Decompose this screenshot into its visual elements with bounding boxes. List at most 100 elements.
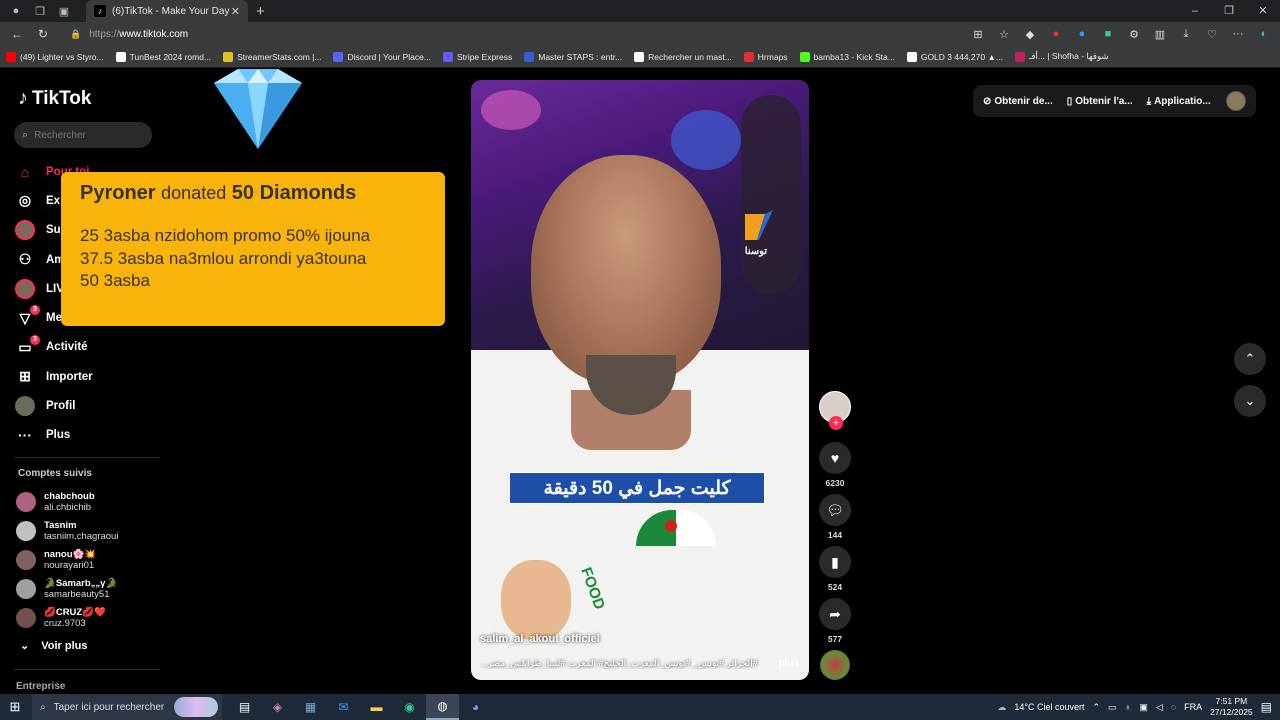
browser-tab-tiktok[interactable]: ♪ (6)TikTok - Make Your Day ✕ — [86, 0, 248, 22]
favorite-star-icon[interactable]: ☆ — [994, 25, 1014, 43]
bookmark-favicon-icon — [743, 51, 754, 62]
new-tab-icon[interactable]: + — [256, 3, 265, 20]
user-avatar[interactable] — [1226, 91, 1246, 111]
bookmark-item[interactable]: GOLD 3 444,270 ▲... — [906, 51, 1003, 62]
taskbar-search[interactable]: ⌕ Taper ici pour rechercher — [32, 694, 222, 720]
bookmark-item[interactable]: StreamerStats.com |... — [223, 51, 321, 62]
see-more-button[interactable]: ⌄ Voir plus — [20, 639, 87, 653]
downloads-icon[interactable]: ⤓ — [1176, 25, 1196, 43]
bluetooth-icon[interactable]: ▣ — [1139, 702, 1148, 713]
comment-icon[interactable]: 💬︎ — [819, 494, 851, 526]
video-more-link[interactable]: plus — [778, 658, 799, 669]
bookmark-item[interactable]: bamba13 - Kick Sta... — [799, 51, 895, 62]
wifi-icon[interactable]: ◌ — [1171, 702, 1176, 712]
bookmark-label: Discord | Your Place... — [347, 51, 431, 62]
video-hashtags[interactable]: #الجزائر #تونس_ #تونس_المغرب_الخليج# الم… — [480, 658, 770, 669]
store-icon[interactable]: ▦ — [294, 694, 327, 720]
get-app-button[interactable]: ▯ Obtenir l'a... — [1067, 96, 1133, 107]
split-screen-icon[interactable]: ▥ — [1150, 25, 1170, 43]
bookmark-item[interactable]: Hrmaps — [743, 51, 788, 62]
edge-icon[interactable]: ◉ — [393, 694, 426, 720]
following-account[interactable]: Tasnim tasniim.chagraoui — [16, 516, 166, 545]
nav-importer[interactable]: ⊞ Importer — [14, 362, 164, 391]
bookmark-icon[interactable]: ▮ — [819, 546, 851, 578]
copilot-icon[interactable]: ◐ — [1254, 25, 1274, 43]
outlook-icon[interactable]: ✉ — [327, 694, 360, 720]
mic-icon[interactable]: ♁ — [1125, 702, 1132, 712]
clock[interactable]: 7:51 PM 27/12/2025 — [1210, 696, 1253, 718]
workspaces-icon[interactable]: ❐ — [32, 3, 48, 19]
file-explorer-icon[interactable]: ▬ — [360, 694, 393, 720]
save-action[interactable]: ▮ 524 — [818, 546, 852, 594]
browser-essentials-icon[interactable]: ♡ — [1202, 25, 1222, 43]
tab-actions-icon[interactable]: ▣ — [56, 3, 72, 19]
profile-icon[interactable]: ● — [8, 3, 24, 19]
following-account[interactable]: nanou🌸💥 nourayari01 — [16, 545, 166, 574]
tiktok-logo[interactable]: ♪ TikTok — [18, 87, 91, 110]
network-icon[interactable]: ▭ — [1108, 702, 1117, 713]
music-disc-avatar[interactable] — [820, 650, 850, 680]
follow-plus-icon[interactable]: + — [829, 416, 843, 430]
weather-text[interactable]: 14°C Ciel couvert — [1014, 702, 1084, 712]
previous-video-button[interactable]: ⌃ — [1234, 343, 1266, 375]
nav-plus[interactable]: ··· Plus — [14, 421, 164, 450]
share-action[interactable]: ➦ 577 — [818, 598, 852, 646]
settings-more-icon[interactable]: ··· — [1228, 25, 1248, 43]
speaker-icon[interactable]: ◁ — [1156, 702, 1163, 713]
copilot-app-icon[interactable]: ◈ — [261, 694, 294, 720]
bookmark-item[interactable]: Stripe Express — [442, 51, 512, 62]
nav-activite[interactable]: ▭ 3 Activité — [14, 333, 164, 362]
minimize-icon[interactable]: – — [1178, 0, 1212, 22]
bookmark-item[interactable]: TunBest 2024 romd... — [115, 51, 211, 62]
following-account[interactable]: chabchoub ali.chbichib — [16, 487, 166, 516]
obs-icon[interactable]: ◍ — [426, 694, 459, 720]
nav-profil[interactable]: Profil — [14, 391, 164, 420]
account-display-name: 💋CRUZ💋❤️ — [44, 607, 106, 619]
bookmark-item[interactable]: Master STAPS : entr... — [524, 51, 622, 62]
extensions-icon[interactable]: ⚙ — [1124, 25, 1144, 43]
following-account[interactable]: 🐊Samarb„„γ🐊 samarbeauty51 — [16, 575, 166, 604]
close-window-icon[interactable]: ✕ — [1246, 0, 1280, 22]
comment-action[interactable]: 💬︎ 144 — [818, 494, 852, 542]
next-video-button[interactable]: ⌄ — [1234, 385, 1266, 417]
donation-message: 25 3asba nzidohom promo 50% ijouna 37.5 … — [80, 225, 426, 293]
task-view-icon[interactable]: ▤ — [228, 694, 261, 720]
creator-avatar[interactable]: + — [819, 391, 851, 430]
video-username[interactable]: salim_al_akoul_officiel — [480, 633, 600, 645]
video-caption: كليت جمل في 50 دقيقة — [509, 472, 765, 504]
close-tab-icon[interactable]: ✕ — [231, 5, 240, 18]
back-icon[interactable]: ← — [8, 27, 26, 41]
bookmark-item[interactable]: Discord | Your Place... — [333, 51, 431, 62]
following-account[interactable]: 💋CRUZ💋❤️ cruz.9703 — [16, 604, 166, 633]
tray-chevron-icon[interactable]: ⌃ — [1093, 702, 1101, 713]
heart-icon[interactable]: ♥ — [819, 442, 851, 474]
extension-red-icon[interactable]: ● — [1046, 25, 1066, 43]
account-display-name: 🐊Samarb„„γ🐊 — [44, 578, 118, 590]
account-names: 🐊Samarb„„γ🐊 samarbeauty51 — [44, 578, 117, 600]
notifications-icon[interactable]: ▤ — [1261, 700, 1272, 714]
url-field[interactable]: 🔒 https:// www.tiktok.com — [70, 25, 950, 43]
desktop-app-button[interactable]: ⤓ Applicatio... — [1147, 96, 1211, 107]
windows-start-icon[interactable]: ⊞ — [0, 694, 30, 720]
search-input[interactable] — [34, 129, 135, 141]
discord-icon[interactable]: ◕ — [459, 694, 492, 720]
like-action[interactable]: ♥ 6230 — [818, 442, 852, 490]
get-coins-button[interactable]: ⊘ Obtenir de... — [983, 96, 1053, 107]
language-indicator[interactable]: FRA — [1184, 702, 1202, 712]
extension-blue-icon[interactable]: ● — [1072, 25, 1092, 43]
app-available-icon[interactable]: ⊞ — [968, 25, 988, 43]
compass-icon: ◎ — [18, 192, 32, 209]
extension-green-icon[interactable]: ■ — [1098, 25, 1118, 43]
share-icon[interactable]: ➦ — [819, 598, 851, 630]
bookmark-item[interactable]: أفـ... | Shofha - شوفها — [1014, 51, 1108, 62]
desktop-app-label: Applicatio... — [1154, 95, 1211, 107]
search-box[interactable]: ⌕ — [14, 122, 152, 148]
bookmark-item[interactable]: Rechercher un mast... — [634, 51, 732, 62]
video-player[interactable]: توسنا كليت جمل في 50 دقيقة FOOD salim_al… — [471, 80, 809, 680]
bookmark-item[interactable]: (49) Lighter vs Styro... — [6, 51, 104, 62]
restore-icon[interactable]: ❐ — [1212, 0, 1246, 22]
entreprise-link[interactable]: Entreprise — [16, 681, 65, 692]
avatar — [14, 219, 36, 241]
extension-diamond-icon[interactable]: ◆ — [1020, 25, 1040, 43]
refresh-icon[interactable]: ↻ — [34, 27, 52, 41]
